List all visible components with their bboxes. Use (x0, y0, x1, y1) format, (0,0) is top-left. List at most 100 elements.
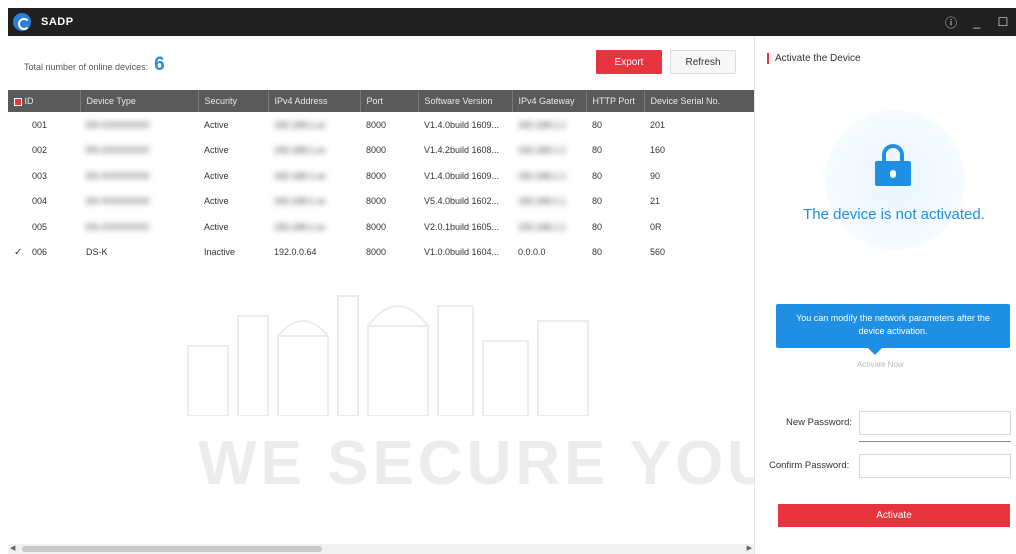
cell-port: 8000 (366, 221, 387, 232)
cell-serial: 0R (650, 221, 662, 232)
field-underline (859, 441, 1011, 442)
maximize-icon[interactable]: ☐ (990, 15, 1016, 29)
cell-device-type: DS-K (86, 247, 108, 258)
cell-gateway: 192.168.1.1 (518, 119, 566, 130)
cell-software: V1.0.0build 1604... (424, 247, 500, 258)
window-controls: ⓘ _ ☐ (938, 8, 1016, 36)
cell-port: 8000 (366, 119, 387, 130)
cell-serial: 160 (650, 145, 666, 156)
scroll-left-icon[interactable]: ◀ (10, 544, 15, 552)
online-devices-label: Total number of online devices: (24, 62, 149, 72)
column-header-security[interactable]: Security (198, 90, 269, 112)
cell-port: 8000 (366, 170, 387, 181)
sadp-logo-icon (13, 13, 31, 31)
cell-ipv4: 192.168.1.xx (274, 145, 326, 156)
refresh-button[interactable]: Refresh (670, 50, 736, 74)
table-header-row: ID Device Type Security IPv4 Address Por… (8, 90, 754, 112)
cell-software: V1.4.0build 1609... (424, 119, 500, 130)
online-devices-count: 6 (154, 54, 165, 75)
column-header-port[interactable]: Port (360, 90, 419, 112)
activate-panel-title: Activate the Device (767, 53, 861, 64)
cell-security: Active (204, 196, 229, 207)
cell-ipv4: 192.0.0.64 (274, 247, 317, 258)
confirm-password-field[interactable] (859, 454, 1011, 478)
cell-ipv4: 192.168.1.xx (274, 170, 326, 181)
column-header-gateway[interactable]: IPv4 Gateway (512, 90, 587, 112)
table-row[interactable]: 001 DS-XXXXXXXX Active 192.168.1.xx 8000 V1.4… (8, 112, 754, 138)
column-header-software[interactable]: Software Version (418, 90, 513, 112)
cell-ipv4: 192.168.1.xx (274, 196, 326, 207)
table-row[interactable]: 004 DS-XXXXXXXX Active 192.168.1.xx 8000 V5.4… (8, 189, 754, 215)
cell-security: Active (204, 221, 229, 232)
device-list-pane: WE SECURE YOUR LIFE Total number of onli… (8, 36, 754, 554)
info-icon[interactable]: ⓘ (938, 14, 964, 31)
cell-serial: 560 (650, 247, 666, 258)
title-bar: SADP ⓘ _ ☐ (8, 8, 1016, 36)
scrollbar-thumb[interactable] (22, 546, 322, 552)
cell-gateway: 192.168.1.1 (518, 145, 566, 156)
confirm-password-label: Confirm Password: (769, 460, 850, 471)
cell-http-port: 80 (592, 221, 603, 232)
table-row[interactable]: ✓ 006 DS-K Inactive 192.0.0.64 8000 V1.0.0buil… (8, 240, 754, 266)
cell-security: Inactive (204, 247, 236, 258)
minimize-icon[interactable]: _ (964, 15, 990, 29)
activation-status-text: The device is not activated. (803, 206, 985, 223)
cell-id: 004 (32, 196, 48, 207)
column-header-ipv4[interactable]: IPv4 Address (268, 90, 361, 112)
cell-security: Active (204, 145, 229, 156)
cell-ipv4: 192.168.1.xx (274, 119, 326, 130)
column-header-device-type[interactable]: Device Type (80, 90, 199, 112)
cell-http-port: 80 (592, 119, 603, 130)
cell-security: Active (204, 170, 229, 181)
cell-device-type: DS-XXXXXXXX (86, 119, 150, 130)
cell-id: 001 (32, 119, 48, 130)
horizontal-scrollbar[interactable]: ◀ ▶ (8, 544, 754, 554)
cell-device-type: DS-XXXXXXXX (86, 170, 150, 181)
activate-panel: Activate the Device The device is not ac… (754, 36, 1016, 554)
cell-software: V5.4.0build 1602... (424, 196, 500, 207)
new-password-field[interactable] (859, 411, 1011, 435)
cell-id: 005 (32, 221, 48, 232)
cell-device-type: DS-XXXXXXXX (86, 145, 150, 156)
table-row[interactable]: 005 DS-XXXXXXXX Active 192.168.1.xx 8000 V2.0… (8, 214, 754, 240)
cell-gateway: 192.168.1.1 (518, 196, 566, 207)
table-row[interactable]: 002 DS-XXXXXXXX Active 192.168.1.xx 8000 V1.4… (8, 138, 754, 164)
cell-software: V1.4.0build 1609... (424, 170, 500, 181)
cell-device-type: DS-XXXXXXXX (86, 196, 150, 207)
new-password-label: New Password: (786, 417, 852, 428)
cell-device-type: DS-XXXXXXXX (86, 221, 150, 232)
cell-id: ✓ 006 (14, 246, 48, 258)
cell-http-port: 80 (592, 247, 603, 258)
watermark-text: WE SECURE YOUR LIFE (198, 429, 754, 498)
cell-serial: 201 (650, 119, 666, 130)
lock-icon (875, 144, 911, 186)
row-checkbox[interactable]: ✓ (14, 247, 32, 258)
cell-http-port: 80 (592, 145, 603, 156)
cell-port: 8000 (366, 145, 387, 156)
scroll-right-icon[interactable]: ▶ (747, 544, 752, 552)
cell-port: 8000 (366, 247, 387, 258)
faint-link: Activate Now (857, 360, 904, 369)
select-all-checkbox[interactable] (14, 97, 22, 106)
cell-http-port: 80 (592, 196, 603, 207)
cell-gateway: 0.0.0.0 (518, 247, 546, 258)
cell-software: V1.4.2build 1608... (424, 145, 500, 156)
table-row[interactable]: 003 DS-XXXXXXXX Active 192.168.1.xx 8000 V1.4… (8, 163, 754, 189)
cell-id: 003 (32, 170, 48, 181)
city-skyline-watermark (187, 295, 589, 416)
cell-id: 002 (32, 145, 48, 156)
cell-gateway: 192.168.1.1 (518, 170, 566, 181)
window-title: SADP (41, 16, 74, 28)
network-tooltip: You can modify the network parameters af… (776, 304, 1010, 355)
device-summary: Total number of online devices: 6 (24, 54, 165, 76)
cell-ipv4: 192.168.1.xx (274, 221, 326, 232)
export-button[interactable]: Export (596, 50, 662, 74)
activate-button[interactable]: Activate (778, 504, 1010, 527)
column-header-id[interactable]: ID (8, 90, 81, 112)
cell-port: 8000 (366, 196, 387, 207)
cell-serial: 21 (650, 196, 661, 207)
device-table: ID Device Type Security IPv4 Address Por… (8, 90, 754, 265)
column-header-http-port[interactable]: HTTP Port (586, 90, 645, 112)
column-header-serial[interactable]: Device Serial No. (644, 90, 754, 112)
cell-security: Active (204, 119, 229, 130)
